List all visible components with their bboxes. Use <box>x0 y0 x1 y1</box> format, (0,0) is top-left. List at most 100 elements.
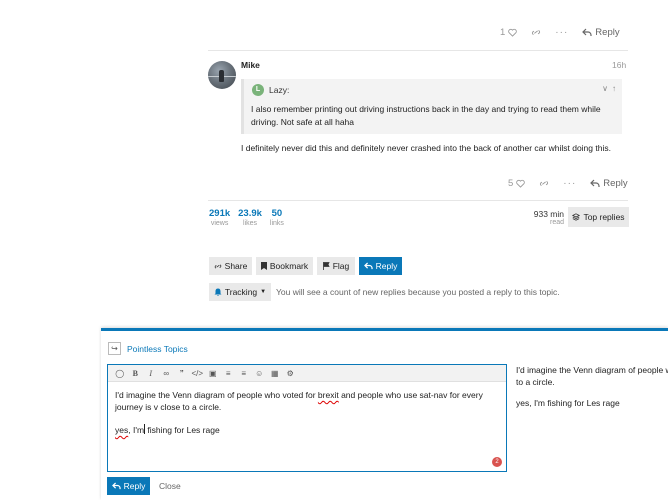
quote-block: L Lazy: ∨ ↑ I also remember printing out… <box>241 79 622 134</box>
flag-icon <box>322 262 330 270</box>
post-reply-button[interactable]: Reply <box>590 177 628 189</box>
reply-arrow-icon <box>590 179 600 187</box>
like-count: 1 <box>500 26 506 38</box>
share-label: Share <box>224 261 248 271</box>
stat-label: links <box>269 220 284 227</box>
post-body: I definitely never did this and definite… <box>241 143 611 153</box>
quote-controls: ∨ ↑ <box>602 84 616 93</box>
share-link-icon <box>214 263 221 269</box>
reply-button[interactable]: Reply <box>359 257 402 275</box>
bell-icon <box>214 288 222 296</box>
link-icon[interactable]: ∞ <box>159 369 175 378</box>
tracking-label: Tracking <box>224 287 258 297</box>
stat-value: 291k <box>209 208 231 219</box>
code-icon[interactable]: </> <box>190 369 206 378</box>
mike-post-actions: 5 ··· Reply <box>508 175 628 191</box>
reply-textarea[interactable]: I'd imagine the Venn diagram of people w… <box>108 382 506 454</box>
composer-editor: ◯ B I ∞ ” </> ▣ ≡ ≡ ☺ ▦ ⚙ I'd imagine th… <box>107 364 507 472</box>
top-post-actions: 1 ··· Reply <box>500 24 630 40</box>
reply-label: Reply <box>375 261 398 271</box>
stat-views[interactable]: 291k views <box>209 208 230 227</box>
reply-label: Reply <box>603 177 628 189</box>
reply-arrow-icon <box>111 482 121 490</box>
draft-paragraph-1: I'd imagine the Venn diagram of people w… <box>115 389 499 413</box>
draft-text: I'd imagine the Venn diagram of people w… <box>115 390 318 400</box>
stat-label: views <box>210 220 229 227</box>
caret-down-icon: ▼ <box>260 289 267 295</box>
preview-paragraph-1: I'd imagine the Venn diagram of people w… <box>516 364 668 388</box>
composer-topic-link[interactable]: Pointless Topics <box>127 344 188 354</box>
emoji-icon[interactable]: ☺ <box>252 369 268 378</box>
like-count: 5 <box>508 177 514 189</box>
calendar-icon[interactable]: ▦ <box>267 369 283 378</box>
image-icon[interactable]: ▣ <box>205 369 221 378</box>
bold-icon[interactable]: B <box>128 369 144 378</box>
draft-paragraph-2: yes, I'm fishing for Les rage <box>115 424 499 436</box>
bullet-list-icon[interactable]: ≡ <box>221 369 237 378</box>
link-icon[interactable] <box>539 179 549 188</box>
read-time: 933 min read <box>528 209 564 226</box>
italic-icon[interactable]: I <box>143 369 159 378</box>
topic-stats: 291k views 23.9k likes 50 links <box>209 208 284 227</box>
like-button[interactable]: 1 <box>500 26 518 38</box>
composer-preview: I'd imagine the Venn diagram of people w… <box>516 364 668 418</box>
gear-icon[interactable]: ⚙ <box>283 369 299 378</box>
more-options-icon[interactable]: ··· <box>563 178 576 189</box>
bookmark-label: Bookmark <box>269 261 309 271</box>
blockquote-icon[interactable]: ” <box>174 369 190 378</box>
bookmark-icon <box>260 262 267 270</box>
quote-icon[interactable]: ◯ <box>112 369 128 378</box>
preview-text: to a circle. <box>516 377 555 387</box>
quote-username: Lazy: <box>269 85 290 95</box>
misspelled-word[interactable]: brexit <box>318 390 339 400</box>
reply-arrow-icon <box>582 28 592 36</box>
composer-reply-button[interactable]: Reply <box>107 477 150 495</box>
composer-title: ↪ Pointless Topics <box>108 342 188 355</box>
avatar[interactable] <box>208 61 236 89</box>
stat-value: 50 <box>271 208 283 219</box>
preview-paragraph-2: yes, I'm fishing for Les rage <box>516 398 620 408</box>
topic-map-divider <box>208 200 628 201</box>
arrow-up-icon[interactable]: ↑ <box>612 84 616 93</box>
read-time-value: 933 min <box>533 209 564 219</box>
tracking-dropdown[interactable]: Tracking ▼ <box>209 283 271 301</box>
numbered-list-icon[interactable]: ≡ <box>236 369 252 378</box>
like-button[interactable]: 5 <box>508 177 526 189</box>
flag-button[interactable]: Flag <box>317 257 355 275</box>
quote-avatar: L <box>252 84 264 96</box>
heart-icon <box>508 28 518 37</box>
reply-arrow-icon[interactable]: ↪ <box>108 342 121 355</box>
composer-grip[interactable] <box>505 333 519 335</box>
stat-value: 23.9k <box>238 208 262 219</box>
flag-label: Flag <box>332 261 350 271</box>
tracking-description: You will see a count of new replies beca… <box>276 287 560 297</box>
editor-toolbar: ◯ B I ∞ ” </> ▣ ≡ ≡ ☺ ▦ ⚙ <box>108 365 506 382</box>
composer-close-link[interactable]: Close <box>159 481 181 491</box>
stat-likes[interactable]: 23.9k likes <box>238 208 262 227</box>
top-replies-label: Top replies <box>583 212 625 222</box>
post-date[interactable]: 16h <box>612 60 626 70</box>
preview-text: I'd imagine the Venn diagram of people w… <box>516 365 668 375</box>
post-divider <box>208 50 628 51</box>
layers-icon <box>572 213 581 221</box>
post-reply-button[interactable]: Reply <box>582 26 620 38</box>
reply-label: Reply <box>123 481 146 491</box>
draft-text: , I'm <box>128 425 145 435</box>
reply-arrow-icon <box>363 262 373 270</box>
top-replies-button[interactable]: Top replies <box>568 207 629 227</box>
heart-icon <box>516 179 526 188</box>
composer: ↪ Pointless Topics ◯ B I ∞ ” </> ▣ ≡ ≡ ☺… <box>101 328 668 500</box>
bookmark-button[interactable]: Bookmark <box>256 257 313 275</box>
share-button[interactable]: Share <box>209 257 252 275</box>
draft-text: fishing for Les rage <box>145 425 220 435</box>
spellcheck-badge[interactable]: 2 <box>492 457 502 467</box>
username[interactable]: Mike <box>241 60 260 70</box>
stat-links[interactable]: 50 links <box>270 208 284 227</box>
misspelled-word[interactable]: yes <box>115 425 128 435</box>
reply-label: Reply <box>595 26 620 38</box>
read-time-label: read <box>549 219 564 226</box>
quote-text: I also remember printing out driving ins… <box>251 104 601 127</box>
more-options-icon[interactable]: ··· <box>555 27 568 38</box>
chevron-down-icon[interactable]: ∨ <box>602 84 608 93</box>
link-icon[interactable] <box>531 28 541 37</box>
